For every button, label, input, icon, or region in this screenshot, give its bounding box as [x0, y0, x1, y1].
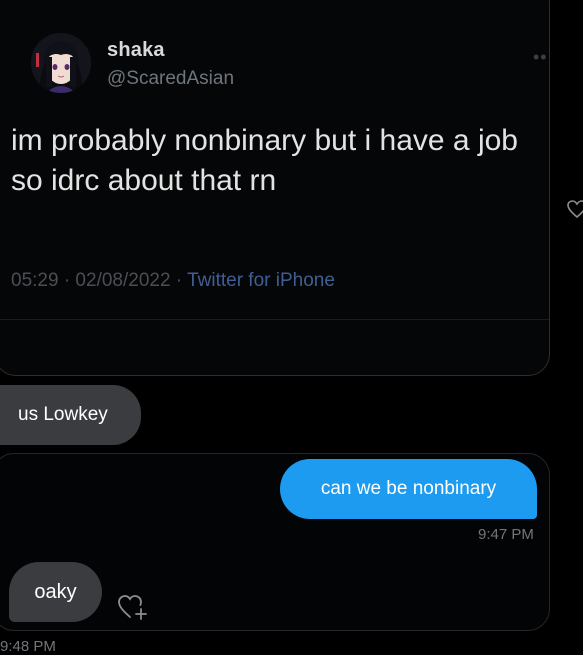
avatar[interactable] [31, 33, 91, 93]
divider [0, 319, 549, 320]
reaction-heart-icon[interactable] [566, 198, 583, 220]
shared-tweet-card[interactable]: shaka @ScaredAsian •• im probably nonbin… [0, 0, 550, 376]
tweet-handle[interactable]: @ScaredAsian [107, 68, 234, 90]
tweet-source[interactable]: Twitter for iPhone [187, 270, 335, 291]
tweet-timestamp: 05:29 · 02/08/2022 · [11, 270, 188, 291]
add-reaction-heart-icon[interactable] [116, 592, 150, 622]
outgoing-message-bubble[interactable]: can we be nonbinary [280, 459, 537, 519]
avatar-image [31, 33, 91, 93]
tweet-text: im probably nonbinary but i have a job s… [11, 124, 518, 197]
dm-conversation-screen: shaka @ScaredAsian •• im probably nonbin… [0, 0, 583, 655]
tweet-meta: 05:29 · 02/08/2022 · Twitter for iPhone [11, 270, 335, 292]
more-dots-icon[interactable]: •• [533, 47, 548, 68]
shared-tweet-message-bubble[interactable]: us Lowkey [0, 385, 141, 445]
incoming-message-bubble[interactable]: oaky [9, 562, 102, 622]
outgoing-message-time: 9:47 PM [478, 526, 534, 543]
incoming-message-time: 9:48 PM [0, 638, 56, 655]
tweet-display-name[interactable]: shaka [107, 39, 165, 62]
